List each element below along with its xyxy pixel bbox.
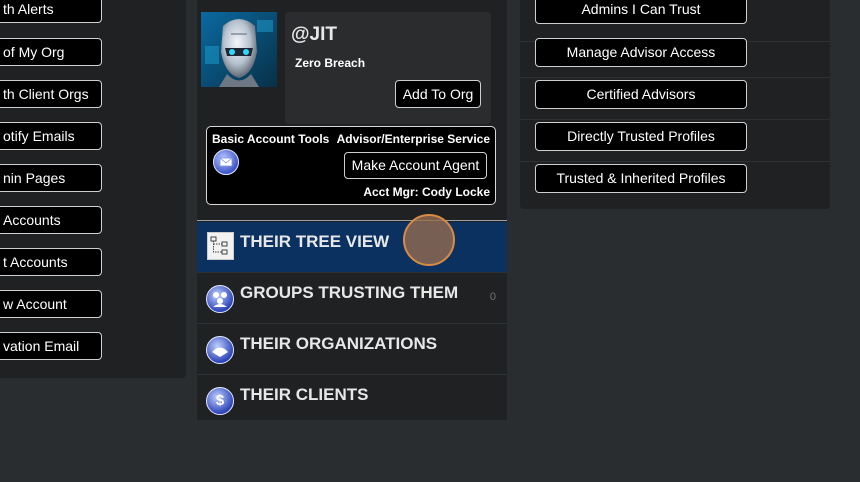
left-button-notify-emails[interactable]: otify Emails [0, 122, 102, 150]
left-button-client-orgs[interactable]: th Client Orgs [0, 80, 102, 108]
right-row: Directly Trusted Profiles [520, 120, 830, 162]
mail-icon[interactable] [213, 149, 239, 175]
tree-view-label: THEIR TREE VIEW [240, 232, 390, 251]
manage-advisor-access-button[interactable]: Manage Advisor Access [535, 38, 747, 67]
left-button-agent-accounts[interactable]: t Accounts [0, 248, 102, 276]
right-panel: Admins I Can Trust Manage Advisor Access… [520, 0, 830, 209]
tree-view-icon [207, 232, 234, 260]
directly-trusted-profiles-button[interactable]: Directly Trusted Profiles [535, 122, 747, 151]
groups-count: 0 [489, 291, 496, 303]
left-button-activation-email[interactable]: vation Email [0, 332, 102, 360]
groups-trusting-label: GROUPS TRUSTING THEM [240, 283, 459, 302]
profile-org-name: Zero Breach [295, 56, 366, 70]
profile-header: @JIT Zero Breach Add To Org Basic Accoun… [197, 0, 507, 220]
right-row: Certified Advisors [520, 78, 830, 120]
clients-label: THEIR CLIENTS [240, 385, 369, 404]
click-indicator [403, 214, 455, 266]
profile-handle: @JIT [291, 24, 337, 45]
account-tools-box: Basic Account Tools Advisor/Enterprise S… [206, 126, 496, 205]
advisor-enterprise-service-label: Advisor/Enterprise Service [336, 132, 490, 146]
profile-info-card: @JIT Zero Breach Add To Org [285, 12, 491, 124]
profile-panel: @JIT Zero Breach Add To Org Basic Accoun… [197, 0, 507, 420]
left-button-admin-pages[interactable]: nin Pages [0, 164, 102, 192]
groups-icon [206, 285, 234, 313]
organizations-icon [206, 336, 234, 364]
make-account-agent-button[interactable]: Make Account Agent [344, 152, 487, 179]
organizations-label: THEIR ORGANIZATIONS [240, 334, 438, 353]
profile-avatar [201, 12, 277, 87]
menu-item-tree-view[interactable]: THEIR TREE VIEW [197, 222, 507, 273]
left-button-new-account[interactable]: w Account [0, 290, 102, 318]
left-button-accounts[interactable]: Accounts [0, 206, 102, 234]
menu-item-clients[interactable]: $ THEIR CLIENTS [197, 375, 507, 426]
account-manager-label: Acct Mgr: Cody Locke [363, 185, 490, 199]
right-row: Trusted & Inherited Profiles [520, 162, 830, 204]
add-to-org-button[interactable]: Add To Org [395, 80, 481, 108]
basic-account-tools-label: Basic Account Tools [212, 132, 330, 146]
admins-i-can-trust-button[interactable]: Admins I Can Trust [535, 0, 747, 24]
left-button-alerts[interactable]: th Alerts [0, 0, 102, 23]
right-row: Manage Advisor Access [520, 36, 830, 78]
menu-divider [197, 220, 507, 221]
dollar-icon: $ [206, 387, 234, 415]
left-panel: th Alerts of My Org th Client Orgs otify… [0, 0, 186, 378]
menu-item-groups-trusting[interactable]: GROUPS TRUSTING THEM 0 [197, 273, 507, 324]
certified-advisors-button[interactable]: Certified Advisors [535, 80, 747, 109]
menu-item-organizations[interactable]: THEIR ORGANIZATIONS [197, 324, 507, 375]
trusted-inherited-profiles-button[interactable]: Trusted & Inherited Profiles [535, 164, 747, 193]
left-button-my-org[interactable]: of My Org [0, 38, 102, 66]
